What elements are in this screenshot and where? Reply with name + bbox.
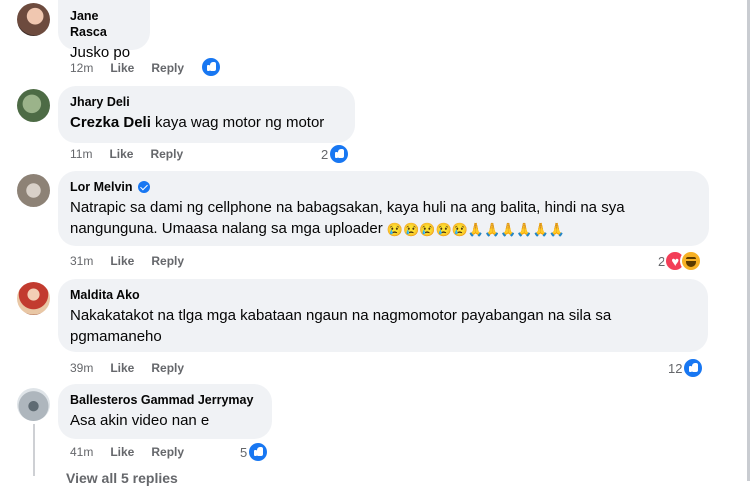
like-button[interactable]: Like (110, 253, 134, 269)
comment-meta: 41m Like Reply (70, 444, 184, 460)
comment-bubble: Ballesteros Gammad Jerrymay Asa akin vid… (58, 384, 272, 439)
haha-reaction-icon (680, 250, 703, 272)
comment-time[interactable]: 41m (70, 444, 93, 460)
avatar[interactable] (17, 282, 50, 315)
comment-text: Natrapic sa dami ng cellphone na babagsa… (70, 197, 697, 239)
like-button[interactable]: Like (110, 360, 134, 376)
reply-button[interactable]: Reply (151, 360, 184, 376)
like-reaction-icon (200, 56, 222, 78)
commenter-name[interactable]: Maldita Ako (70, 287, 696, 303)
avatar[interactable] (17, 89, 50, 122)
commenter-name[interactable]: Ballesteros Gammad Jerrymay (70, 392, 260, 408)
avatar[interactable] (17, 174, 50, 207)
reply-thread-line (33, 424, 35, 476)
like-button[interactable]: Like (110, 444, 134, 460)
comment-text-line-2: nangunguna. Umaasa nalang sa mga uploade… (70, 220, 383, 237)
reply-button[interactable]: Reply (151, 60, 184, 76)
reaction-summary[interactable]: 2 (658, 250, 703, 272)
commenter-name[interactable]: Jhary Deli (70, 94, 343, 110)
reaction-summary[interactable]: 12 (668, 357, 705, 379)
comment-time[interactable]: 39m (70, 360, 93, 376)
reaction-summary[interactable]: 2 (321, 143, 351, 165)
avatar[interactable] (17, 388, 50, 421)
reaction-count: 12 (668, 360, 683, 376)
reaction-count: 2 (321, 146, 329, 162)
comment-body: kaya wag motor ng motor (155, 114, 325, 131)
like-reaction-icon (247, 441, 270, 463)
comment-meta: 11m Like Reply (70, 146, 183, 162)
avatar[interactable] (17, 3, 50, 36)
reply-button[interactable]: Reply (151, 253, 184, 269)
commenter-name[interactable]: Jane Rasca (70, 8, 138, 40)
reply-button[interactable]: Reply (150, 146, 183, 162)
comment-text: Nakakatakot na tlga mga kabataan ngaun n… (70, 305, 696, 347)
reaction-summary[interactable] (200, 56, 222, 78)
verified-badge-icon (137, 181, 150, 193)
like-button[interactable]: Like (110, 60, 134, 76)
comment-text-line-2: pgmamaneho (70, 328, 162, 345)
comment-bubble: Jane Rasca Jusko po (58, 0, 150, 61)
comment-text-line-1: Nakakatakot na tlga mga kabataan ngaun n… (70, 307, 612, 324)
comment-meta: 31m Like Reply (70, 253, 184, 269)
comment-text: Crezka Deli kaya wag motor ng motor (70, 112, 343, 133)
view-all-replies-link[interactable]: View all 5 replies (66, 470, 178, 486)
reaction-summary[interactable]: 5 (240, 441, 270, 463)
comment-time[interactable]: 12m (70, 60, 93, 76)
comment-meta: 12m Like Reply (70, 60, 184, 76)
emoji-sequence: 😢😢😢😢😢🙏🙏🙏🙏🙏🙏 (386, 221, 565, 237)
comment-text-line-1: Natrapic sa dami ng cellphone na babagsa… (70, 199, 625, 216)
like-button[interactable]: Like (109, 146, 133, 162)
commenter-name-row: Lor Melvin (70, 179, 697, 195)
comment-time[interactable]: 11m (70, 146, 92, 162)
comment-bubble: Maldita Ako Nakakatakot na tlga mga kaba… (58, 279, 708, 352)
comment-bubble: Jhary Deli Crezka Deli kaya wag motor ng… (58, 86, 355, 143)
comment-text: Asa akin video nan e (70, 412, 210, 429)
comment-bubble: Lor Melvin Natrapic sa dami ng cellphone… (58, 171, 709, 246)
reply-button[interactable]: Reply (151, 444, 184, 460)
comment-meta: 39m Like Reply (70, 360, 184, 376)
commenter-name[interactable]: Lor Melvin (70, 179, 133, 195)
comment-time[interactable]: 31m (70, 253, 93, 269)
mention-link[interactable]: Crezka Deli (70, 114, 151, 131)
like-reaction-icon (682, 357, 705, 379)
like-reaction-icon (328, 143, 351, 165)
reaction-count: 5 (240, 444, 248, 460)
